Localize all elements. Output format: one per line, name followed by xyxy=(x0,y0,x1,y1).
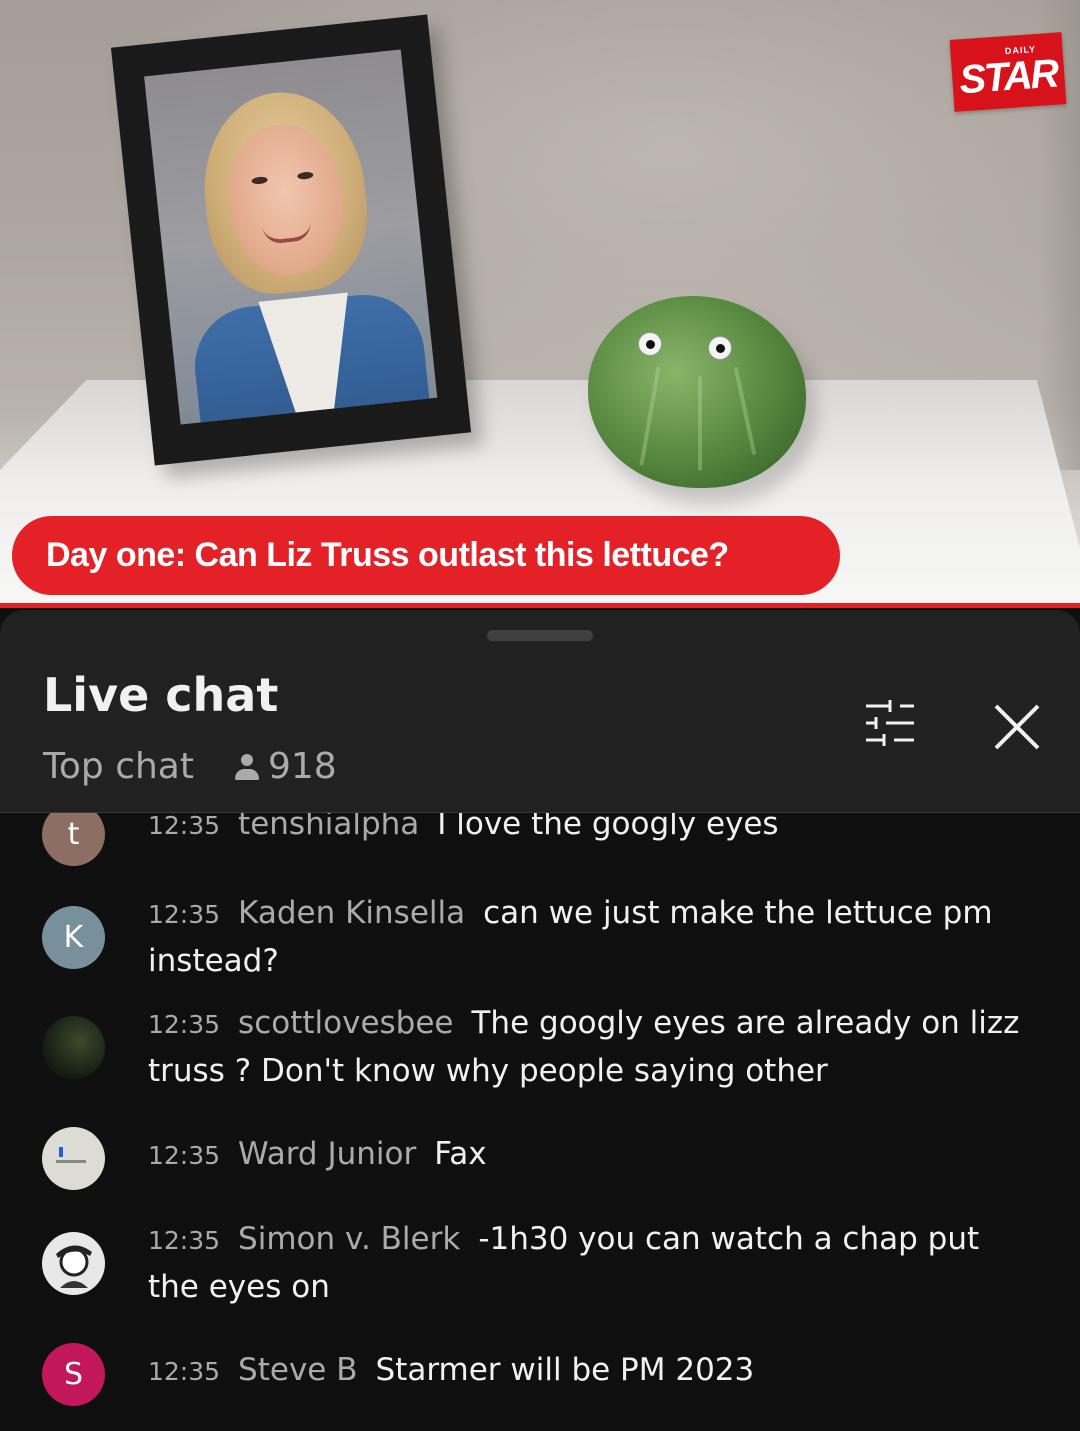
message-text: Fax xyxy=(434,1136,487,1172)
message-author[interactable]: tenshialpha xyxy=(238,813,419,842)
message-time: 12:35 xyxy=(148,1141,221,1170)
lettuce-vein xyxy=(698,376,702,471)
message-time: 12:35 xyxy=(148,1357,221,1386)
message-body: 12:35 Ward Junior Fax xyxy=(148,1131,1028,1179)
message-body: 12:35 Kaden Kinsella can we just make the … xyxy=(148,890,1028,985)
message-time: 12:35 xyxy=(148,900,221,929)
chat-message-list[interactable]: t 12:35 tenshialpha I love the googly eyes… xyxy=(0,813,1080,1431)
message-author[interactable]: scottlovesbee xyxy=(238,1005,453,1041)
message-body: 12:35 scottlovesbee The googly eyes are al… xyxy=(148,1000,1028,1095)
avatar[interactable] xyxy=(42,1127,105,1190)
message-author[interactable]: Simon v. Blerk xyxy=(238,1221,460,1257)
viewer-count-value: 918 xyxy=(267,746,337,787)
picture-frame xyxy=(110,14,472,466)
tune-sliders-icon[interactable] xyxy=(860,698,920,748)
message-author[interactable]: Ward Junior xyxy=(238,1136,416,1172)
video-bottom-rule xyxy=(0,603,1080,608)
avatar-letter: K xyxy=(63,920,84,955)
avatar-portrait-icon xyxy=(56,1245,92,1288)
framed-portrait xyxy=(144,49,438,425)
avatar[interactable]: S xyxy=(42,1343,105,1406)
video-player[interactable]: DAILY STAR Day one: Can Liz Truss outlas… xyxy=(0,0,1080,605)
lettuce-vein xyxy=(639,366,661,466)
avatar[interactable]: t xyxy=(42,813,105,866)
chat-header: Live chat Top chat 918 xyxy=(0,610,1080,813)
headline-text: Day one: Can Liz Truss outlast this lett… xyxy=(46,536,729,574)
close-icon[interactable] xyxy=(986,696,1048,758)
message-author[interactable]: Steve B xyxy=(238,1352,357,1388)
logo-star-text: STAR xyxy=(957,51,1059,102)
googly-eye-right xyxy=(708,336,732,360)
headline-banner: Day one: Can Liz Truss outlast this lett… xyxy=(12,516,840,595)
avatar[interactable] xyxy=(42,1016,105,1079)
drag-handle[interactable] xyxy=(487,630,593,641)
message-body: 12:35 tenshialpha I love the googly eyes xyxy=(148,813,1028,849)
daily-star-logo: DAILY STAR xyxy=(949,32,1067,112)
message-author[interactable]: Kaden Kinsella xyxy=(238,895,465,931)
message-time: 12:35 xyxy=(148,813,221,840)
avatar-letter: S xyxy=(63,1357,84,1392)
person-icon xyxy=(232,752,262,782)
lettuce xyxy=(588,296,806,488)
message-text: I love the googly eyes xyxy=(437,813,779,842)
avatar[interactable]: K xyxy=(42,906,105,969)
message-body: 12:35 Steve B Starmer will be PM 2023 xyxy=(148,1347,1028,1395)
live-chat-panel: Live chat Top chat 918 t 12:35 tenshialp… xyxy=(0,610,1080,1431)
chat-mode-selector[interactable]: Top chat xyxy=(43,746,194,787)
avatar-letter: t xyxy=(67,817,80,852)
googly-eye-left xyxy=(638,332,662,356)
chat-subtitle: Top chat 918 xyxy=(43,746,337,787)
message-text: Starmer will be PM 2023 xyxy=(375,1352,755,1388)
message-time: 12:35 xyxy=(148,1010,221,1039)
viewer-count: 918 xyxy=(232,746,337,787)
avatar[interactable] xyxy=(42,1232,105,1295)
message-body: 12:35 Simon v. Blerk -1h30 you can watch a… xyxy=(148,1216,1028,1311)
lettuce-vein xyxy=(733,366,757,456)
chat-title: Live chat xyxy=(43,668,279,722)
avatar-logo-icon xyxy=(56,1147,86,1163)
message-time: 12:35 xyxy=(148,1226,221,1255)
